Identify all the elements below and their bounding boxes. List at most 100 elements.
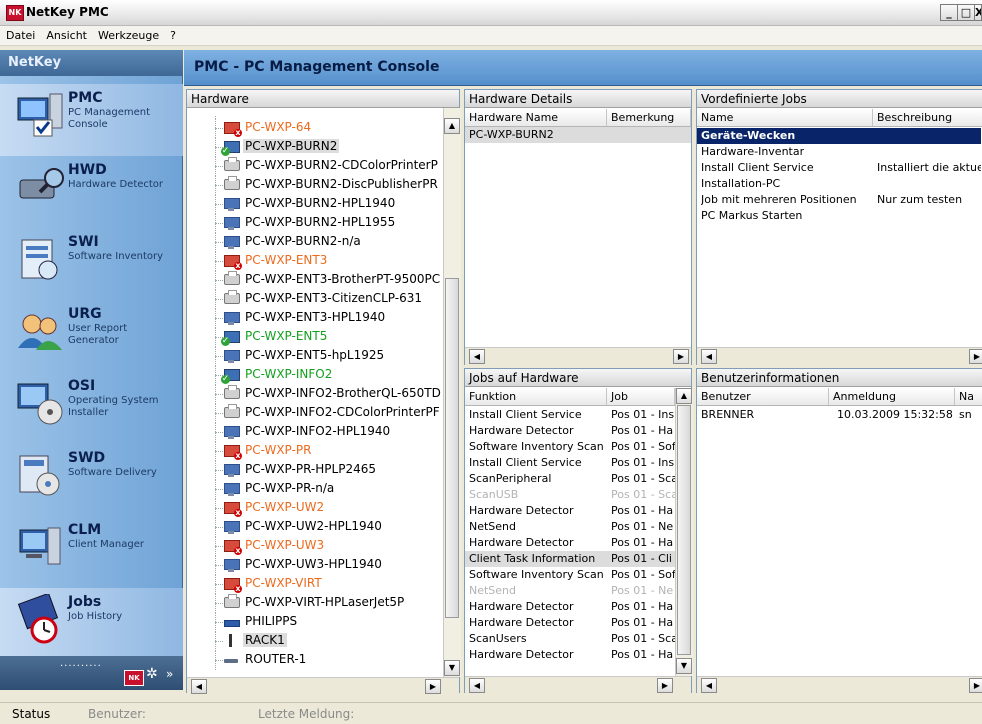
table-row[interactable]: Software Inventory Scan Pos 01 - Sof — [465, 439, 675, 455]
sidebar-item-swd[interactable]: SWD Software Delivery — [0, 444, 183, 516]
tree-item[interactable]: PC-WXP-BURN2-HPL1940 — [187, 195, 443, 214]
tree-item[interactable]: PC-WXP-PR-HPLP2465 — [187, 461, 443, 480]
scroll-right-arrow-icon[interactable]: ▶ — [969, 349, 982, 364]
table-row[interactable]: Install Client Service Installiert die ak… — [697, 160, 981, 176]
table-row[interactable]: Hardware Detector Pos 01 - Ha — [465, 423, 675, 439]
hardware-tree[interactable]: PC-W7U-UW-HPL1940PC-WXP-64PC-WXP-BURN2PC… — [187, 116, 443, 676]
tree-item[interactable]: PC-WXP-ENT5 — [187, 328, 443, 347]
details-hscrollbar[interactable]: ◀ ▶ — [465, 347, 691, 365]
close-button[interactable]: X — [974, 4, 982, 21]
sidebar-item-jobs[interactable]: Jobs Job History — [0, 588, 183, 660]
minimize-button[interactable]: _ — [940, 4, 958, 21]
scroll-left-arrow-icon[interactable]: ◀ — [469, 678, 485, 693]
tree-item[interactable]: PC-WXP-ENT3-BrotherPT-9500PC — [187, 271, 443, 290]
table-row[interactable]: Software Inventory Scan Pos 01 - Sof — [465, 567, 675, 583]
tree-item[interactable]: PC-WXP-BURN2-CDColorPrinterP — [187, 157, 443, 176]
tree-item[interactable]: PC-WXP-UW2 — [187, 499, 443, 518]
table-row[interactable]: PC Markus Starten — [697, 208, 981, 224]
sidebar-item-swi[interactable]: SWI Software Inventory — [0, 228, 183, 300]
col-na[interactable]: Na — [955, 388, 982, 405]
title-bar[interactable]: NK NetKey PMC _ □ X — [0, 0, 982, 26]
sidebar-grip[interactable]: .......... — [60, 658, 102, 669]
scroll-up-arrow-icon[interactable]: ▲ — [676, 388, 692, 404]
table-row[interactable]: NetSend Pos 01 - Ne — [465, 519, 675, 535]
tree-item[interactable]: PC-WXP-ENT3 — [187, 252, 443, 271]
tree-item[interactable]: PC-WXP-ENT5-hpL1925 — [187, 347, 443, 366]
tree-item[interactable]: PC-WXP-ENT3-CitizenCLP-631 — [187, 290, 443, 309]
scroll-right-arrow-icon[interactable]: ▶ — [969, 678, 982, 693]
scroll-left-arrow-icon[interactable]: ◀ — [469, 349, 485, 364]
table-row[interactable]: Client Task Information Pos 01 - Cli — [465, 551, 675, 567]
col-funktion[interactable]: Funktion — [465, 388, 607, 405]
table-row[interactable]: ScanUSB Pos 01 - Sca — [465, 487, 675, 503]
scroll-down-arrow-icon[interactable]: ▼ — [444, 660, 460, 676]
tree-item[interactable]: PC-WXP-INFO2 — [187, 366, 443, 385]
scroll-thumb[interactable] — [677, 405, 691, 655]
col-hardware-name[interactable]: Hardware Name — [465, 109, 607, 126]
tree-item[interactable]: PC-WXP-ENT3-HPL1940 — [187, 309, 443, 328]
hardware-vscrollbar[interactable]: ▲ ▼ — [443, 108, 461, 677]
scroll-right-arrow-icon[interactable]: ▶ — [673, 349, 689, 364]
sidebar-item-pmc[interactable]: PMC PC Management Console — [0, 84, 183, 156]
sidebar-item-osi[interactable]: OSI Operating System Installer — [0, 372, 183, 444]
scroll-left-arrow-icon[interactable]: ◀ — [191, 679, 207, 694]
tree-item[interactable]: PC-WXP-BURN2-DiscPublisherPR — [187, 176, 443, 195]
col-beschreibung[interactable]: Beschreibung — [873, 109, 982, 126]
table-row[interactable]: Hardware-Inventar — [697, 144, 981, 160]
table-row[interactable]: Geräte-Wecken — [697, 128, 981, 144]
table-row[interactable]: Installation-PC — [697, 176, 981, 192]
menu-ansicht[interactable]: Ansicht — [40, 26, 92, 42]
tree-item[interactable]: PC-WXP-INFO2-CDColorPrinterPF — [187, 404, 443, 423]
table-row[interactable]: Install Client Service Pos 01 - Ins — [465, 455, 675, 471]
jobs-hscrollbar[interactable]: ◀ ▶ — [465, 676, 691, 694]
maximize-button[interactable]: □ — [957, 4, 975, 21]
sidebar-item-urg[interactable]: URG User Report Generator — [0, 300, 183, 372]
menu-help[interactable]: ? — [164, 26, 181, 42]
table-row[interactable]: ScanPeripheral Pos 01 - Sca — [465, 471, 675, 487]
tree-item[interactable]: PC-WXP-VIRT — [187, 575, 443, 594]
table-row[interactable]: Hardware Detector Pos 01 - Ha — [465, 599, 675, 615]
tree-item[interactable]: PHILIPPS — [187, 613, 443, 632]
tree-item[interactable]: PC-WXP-PR-n/a — [187, 480, 443, 499]
col-benutzer[interactable]: Benutzer — [697, 388, 829, 405]
tree-item[interactable]: PC-WXP-64 — [187, 119, 443, 138]
tree-item[interactable]: PC-WXP-VIRT-HPLaserJet5P — [187, 594, 443, 613]
table-row[interactable]: Job mit mehreren Positionen Nur zum teste… — [697, 192, 981, 208]
table-row[interactable]: Hardware Detector Pos 01 - Ha — [465, 535, 675, 551]
tree-item[interactable]: PC-WXP-PR — [187, 442, 443, 461]
scroll-right-arrow-icon[interactable]: ▶ — [657, 678, 673, 693]
tree-item[interactable]: PC-WXP-BURN2 — [187, 138, 443, 157]
menu-datei[interactable]: Datei — [0, 26, 40, 42]
col-name[interactable]: Name — [697, 109, 873, 126]
tree-item[interactable]: PC-WXP-INFO2-HPL1940 — [187, 423, 443, 442]
scroll-up-arrow-icon[interactable]: ▲ — [444, 118, 460, 134]
sidebar-item-hwd[interactable]: HWD Hardware Detector — [0, 156, 183, 228]
tree-item[interactable]: PC-WXP-INFO2-BrotherQL-650TD — [187, 385, 443, 404]
table-row[interactable]: Hardware Detector Pos 01 - Ha — [465, 647, 675, 663]
tree-item[interactable]: PC-WXP-UW2-HPL1940 — [187, 518, 443, 537]
tree-item[interactable]: PC-WXP-UW3-HPL1940 — [187, 556, 443, 575]
tree-item[interactable]: PC-WXP-BURN2-HPL1955 — [187, 214, 443, 233]
col-job[interactable]: Job — [607, 388, 675, 405]
hardware-hscrollbar[interactable]: ◀ ▶ — [187, 677, 459, 695]
col-bemerkung[interactable]: Bemerkung — [607, 109, 691, 126]
tree-item[interactable]: PC-WXP-BURN2-n/a — [187, 233, 443, 252]
table-row[interactable]: NetSend Pos 01 - Ne — [465, 583, 675, 599]
scroll-right-arrow-icon[interactable]: ▶ — [425, 679, 441, 694]
vjobs-hscrollbar[interactable]: ◀ ▶ — [697, 347, 982, 365]
chevron-more-icon[interactable]: » — [166, 667, 173, 681]
table-row[interactable]: Hardware Detector Pos 01 - Ha — [465, 503, 675, 519]
scroll-left-arrow-icon[interactable]: ◀ — [701, 678, 717, 693]
table-row[interactable]: ScanUsers Pos 01 - Sca — [465, 631, 675, 647]
sidebar-item-clm[interactable]: CLM Client Manager — [0, 516, 183, 588]
benutzer-hscrollbar[interactable]: ◀ ▶ — [697, 676, 982, 694]
table-row[interactable]: PC-WXP-BURN2 — [465, 127, 691, 143]
scroll-down-arrow-icon[interactable]: ▼ — [676, 658, 692, 674]
tree-item[interactable]: PC-WXP-UW3 — [187, 537, 443, 556]
configure-icon[interactable]: ✲ — [146, 666, 158, 682]
jobs-vscrollbar[interactable]: ▲ ▼ — [675, 388, 693, 676]
scroll-thumb[interactable] — [445, 278, 459, 618]
table-row[interactable]: Install Client Service Pos 01 - Ins — [465, 407, 675, 423]
tree-item[interactable]: RACK1 — [187, 632, 443, 651]
col-anmeldung[interactable]: Anmeldung — [829, 388, 955, 405]
